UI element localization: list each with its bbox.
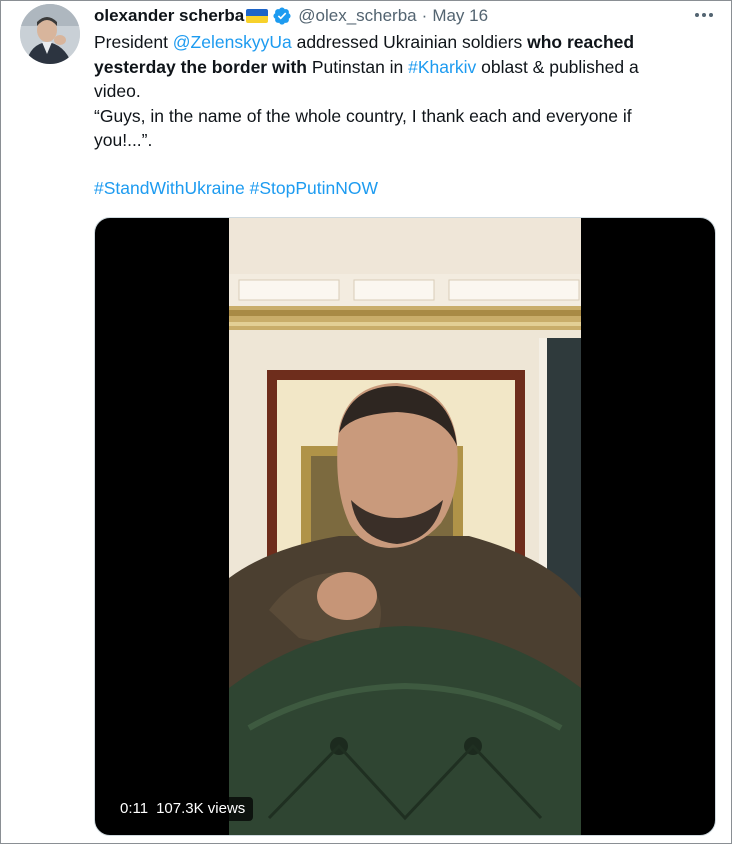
bold-text-segment: yesterday the border with [94,56,307,77]
tweet-text-line-2: yesterday the border with Putinstan in #… [94,55,694,80]
text-segment: President [94,32,173,52]
text-segment: addressed Ukrainian soldiers [291,32,528,52]
verified-badge-icon [273,7,291,25]
tweet-date[interactable]: May 16 [432,6,488,26]
ukraine-flag-icon [246,9,269,23]
author-handle[interactable]: @olex_scherba [298,6,416,26]
tweet-text: President @ZelenskyyUa addressed Ukraini… [94,30,694,153]
video-frame[interactable] [229,218,581,836]
avatar-image [20,4,80,64]
tweet-text-line-1: President @ZelenskyyUa addressed Ukraini… [94,30,694,55]
text-segment: oblast & published a [476,56,639,77]
hashtag-link-kharkiv[interactable]: #Kharkiv [408,57,476,77]
video-duration: 0:11 [120,800,149,817]
tweet-header: olexander scherba @olex_scherba · May 16 [94,5,488,27]
header-separator: · [421,6,428,25]
video-view-count: 107.3K views [156,800,246,817]
hashtags-line[interactable]: #StandWithUkraine #StopPutinNOW [94,178,378,199]
tweet-text-line-5: you!...”. [94,130,153,150]
bold-text-segment: who reached [527,32,635,52]
mention-link[interactable]: @ZelenskyyUa [173,32,292,52]
video-stats-badge: 0:11 107.3K views [112,797,254,821]
avatar[interactable] [20,4,80,64]
tweet-text-line-3: video. [94,81,141,101]
more-options-icon[interactable] [692,6,716,24]
author-name[interactable]: olexander scherba [94,6,244,26]
tweet-text-line-4: “Guys, in the name of the whole country,… [94,105,632,126]
text-segment: Putinstan in [306,56,409,77]
video-player[interactable] [94,217,716,836]
